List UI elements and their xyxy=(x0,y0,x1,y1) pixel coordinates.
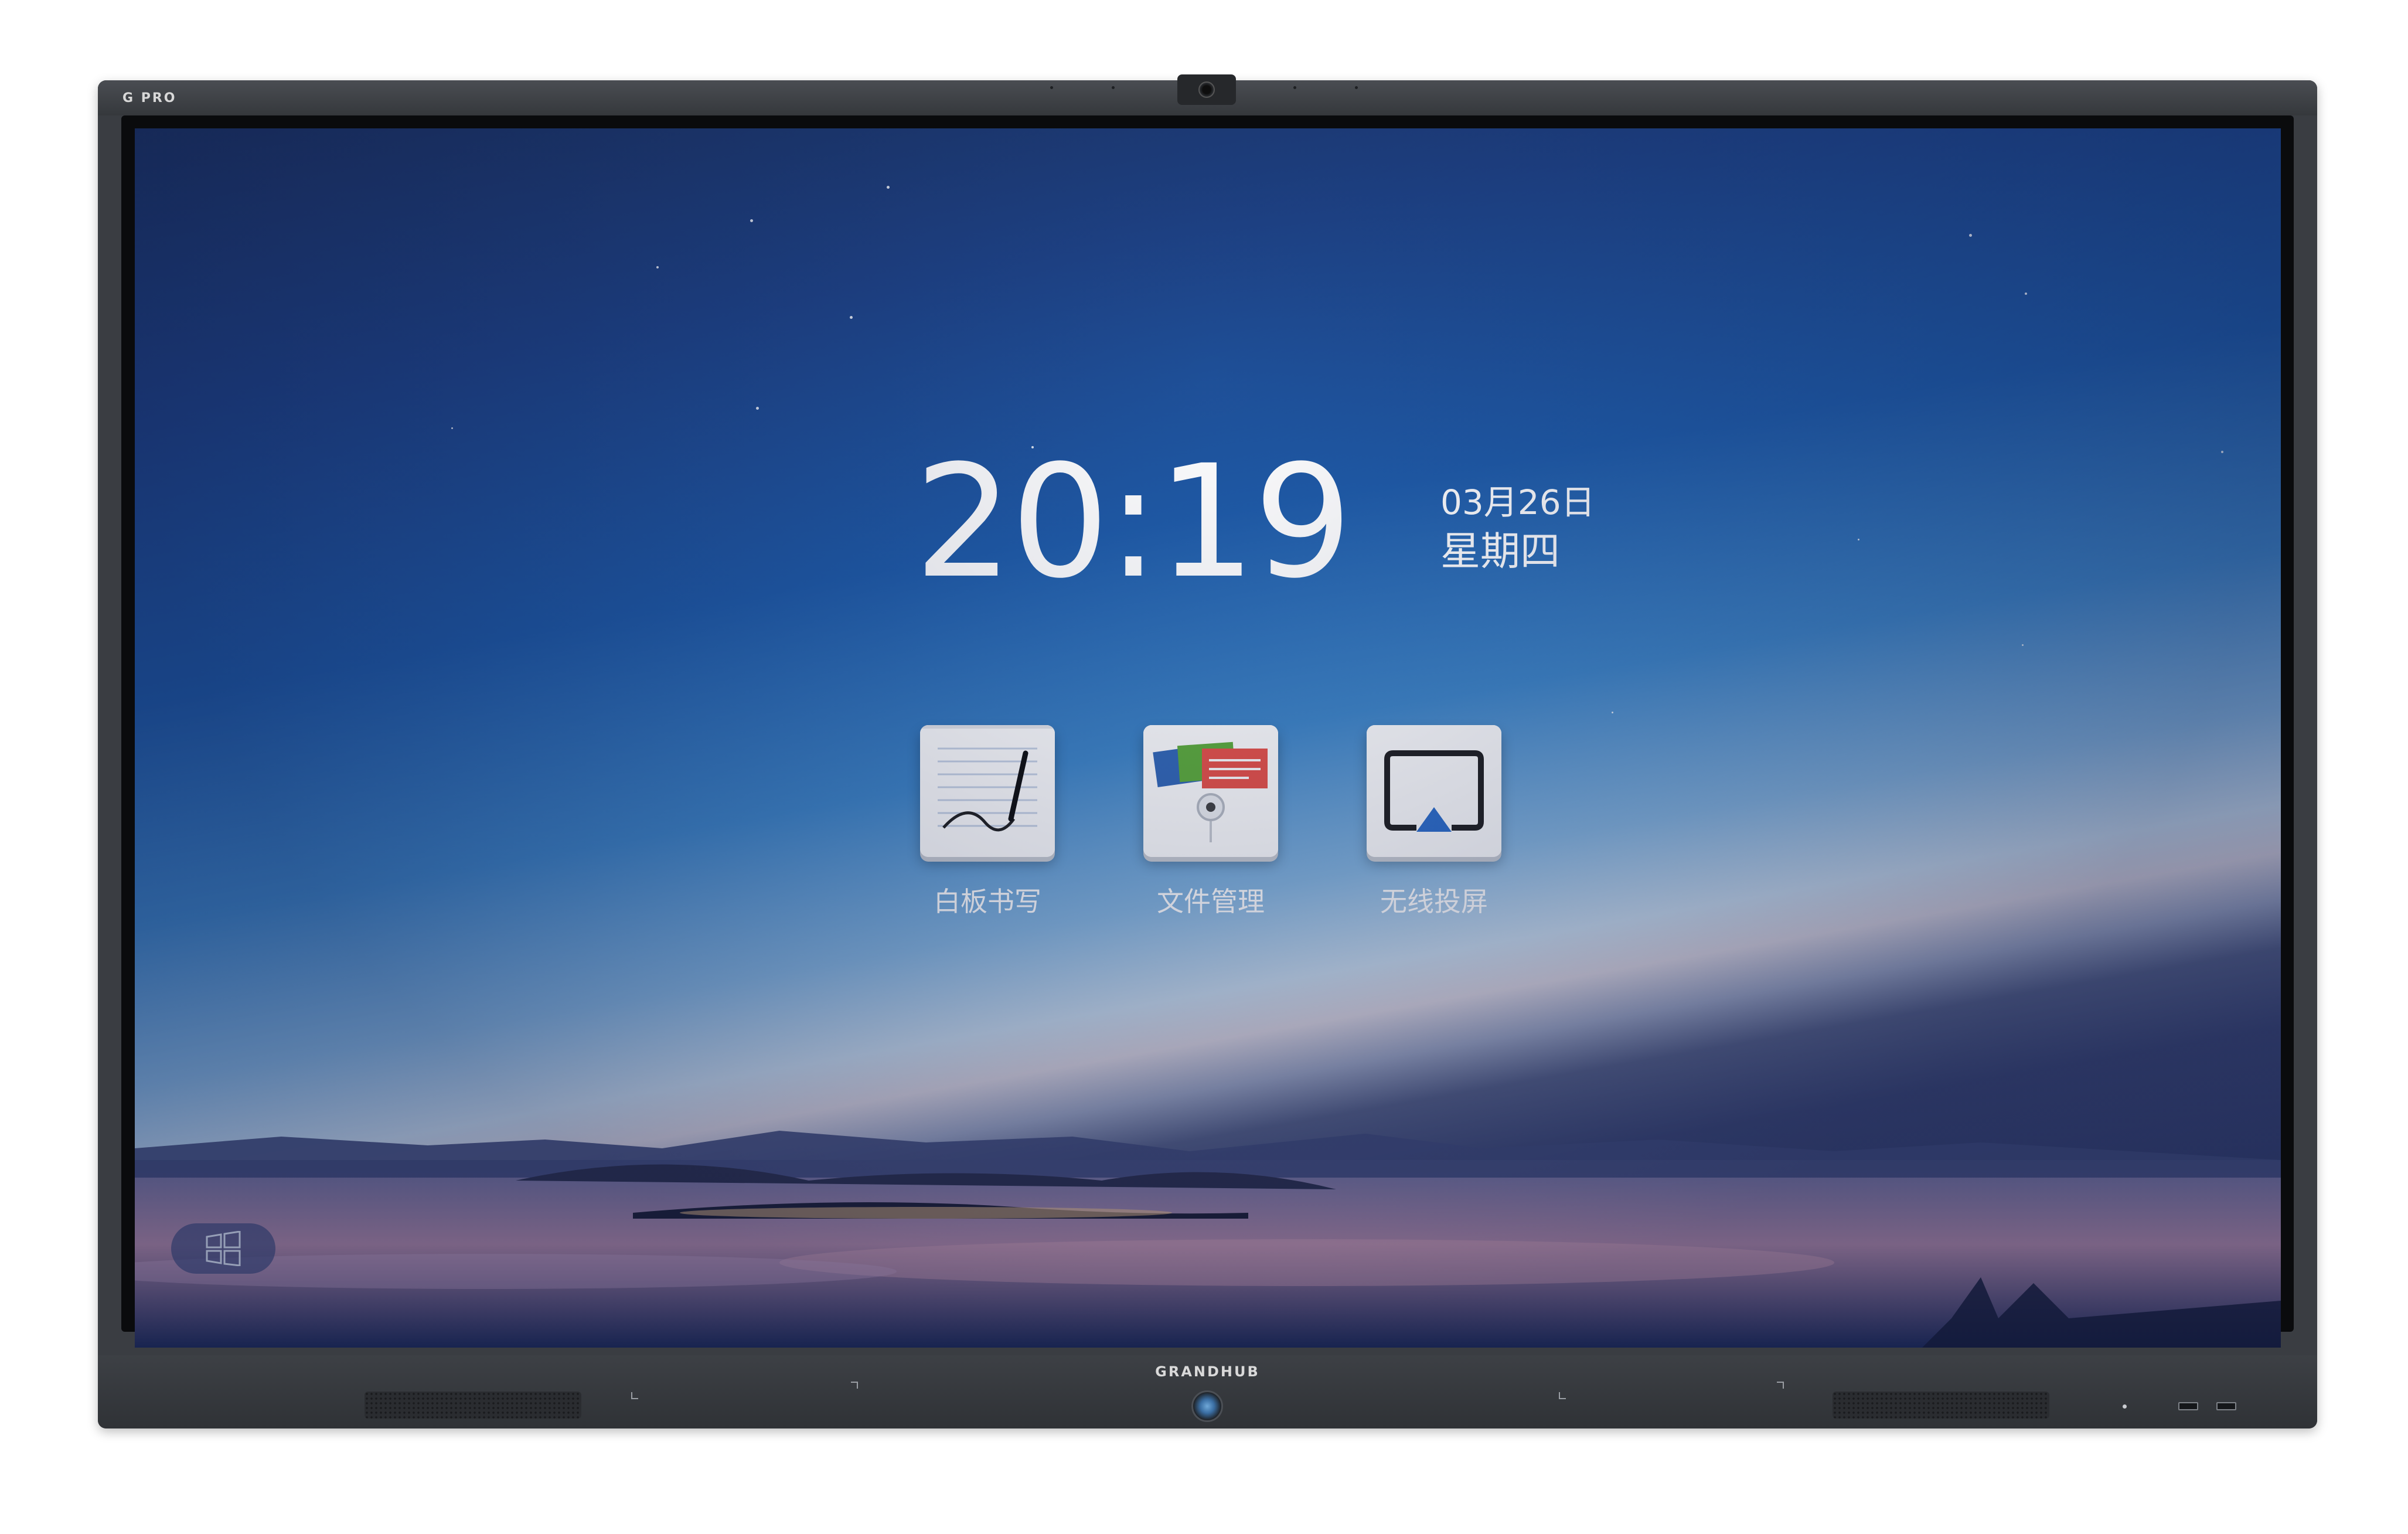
star xyxy=(451,427,453,429)
top-bezel: G PRO xyxy=(98,74,2317,115)
landscape-image xyxy=(135,1131,2281,1348)
camera-lens-icon xyxy=(1198,81,1215,98)
date-text: 03月26日 xyxy=(1440,482,1595,522)
app-file-manager[interactable]: 文件管理 xyxy=(1143,725,1278,919)
touch-key-marker xyxy=(851,1382,858,1389)
mic-hole xyxy=(1355,86,1358,89)
star xyxy=(1612,712,1613,713)
date-block: 03月26日 星期四 xyxy=(1440,479,1595,579)
interactive-display-device: G PRO 20:19 03月26日 星期四 白板书写 文件管理 无线投屏 GR… xyxy=(98,74,2317,1428)
model-label: G PRO xyxy=(122,91,177,106)
mic-hole xyxy=(1050,86,1053,89)
brand-logo: GRANDHUB xyxy=(1155,1363,1260,1380)
left-speaker-grille xyxy=(365,1392,581,1419)
star xyxy=(887,186,890,189)
star xyxy=(2025,292,2027,295)
app-wireless-cast[interactable]: 无线投屏 xyxy=(1367,725,1501,919)
mic-hole xyxy=(1293,86,1296,89)
file-manager-icon[interactable] xyxy=(1143,725,1278,857)
app-label: 文件管理 xyxy=(1157,886,1265,917)
webcam xyxy=(1177,74,1236,105)
power-button[interactable] xyxy=(1191,1390,1223,1422)
clock-time: 20:19 xyxy=(914,432,1353,613)
bottom-bezel: GRANDHUB xyxy=(98,1355,2317,1428)
star xyxy=(1858,539,1859,540)
star xyxy=(756,407,759,410)
app-label: 白板书写 xyxy=(934,886,1041,917)
wireless-cast-icon[interactable] xyxy=(1367,725,1501,857)
star xyxy=(850,316,853,319)
star xyxy=(2221,451,2223,453)
usb-port[interactable] xyxy=(2178,1402,2198,1410)
star xyxy=(750,219,753,222)
star xyxy=(656,266,659,268)
weekday-text: 星期四 xyxy=(1440,529,1561,575)
app-whiteboard[interactable]: 白板书写 xyxy=(920,725,1055,919)
right-speaker-grille xyxy=(1833,1392,2049,1419)
touch-key-marker xyxy=(631,1392,638,1399)
star xyxy=(2022,644,2024,646)
mic-hole xyxy=(1112,86,1115,89)
windows-start-button[interactable] xyxy=(171,1223,275,1274)
whiteboard-icon[interactable] xyxy=(920,725,1055,857)
ir-sensor-led xyxy=(2123,1404,2127,1409)
touch-key-marker xyxy=(1559,1392,1566,1399)
usb-port[interactable] xyxy=(2216,1402,2236,1410)
windows-icon xyxy=(206,1231,241,1266)
app-label: 无线投屏 xyxy=(1380,886,1488,917)
star xyxy=(1969,234,1972,237)
home-screen: 20:19 03月26日 星期四 白板书写 文件管理 无线投屏 xyxy=(135,128,2281,1348)
touch-key-marker xyxy=(1777,1382,1784,1389)
